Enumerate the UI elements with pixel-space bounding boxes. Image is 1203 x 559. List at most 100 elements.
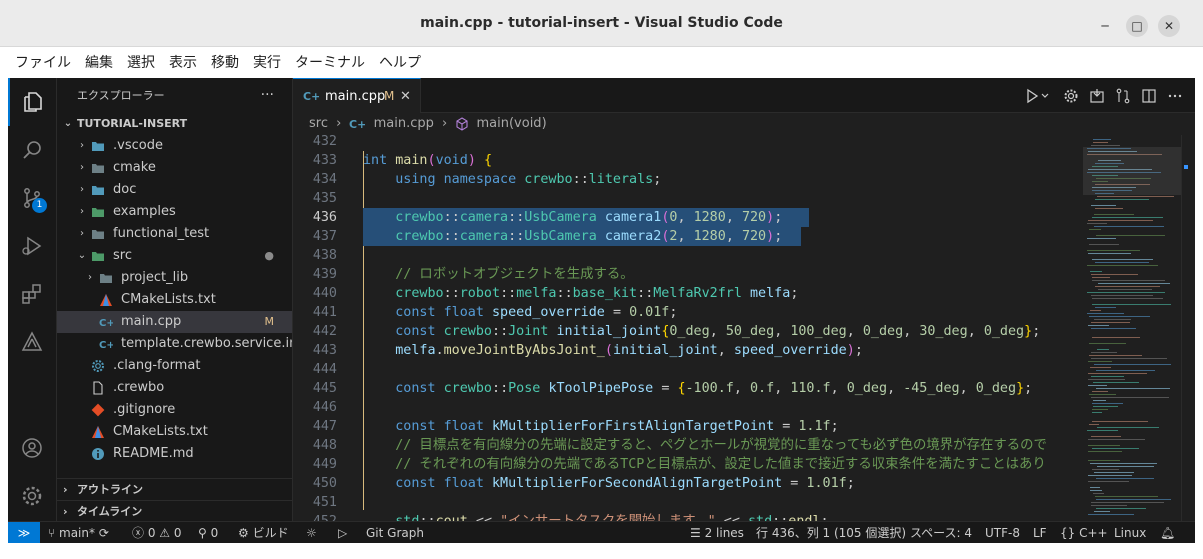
code-line[interactable]: 441 const float speed_override = 0.01f; (293, 303, 1083, 322)
chevron-right-icon: › (80, 140, 84, 151)
run-debug-dropdown-icon[interactable] (1025, 88, 1053, 104)
notifications-button[interactable]: 🔔︎ (1160, 522, 1175, 544)
run-debug-activity[interactable] (8, 222, 56, 270)
menu-edit[interactable]: 編集 (78, 52, 120, 72)
run-status[interactable]: ▷ (338, 522, 347, 544)
accounts-activity[interactable] (8, 424, 56, 472)
vertical-scrollbar[interactable] (1181, 135, 1195, 521)
menu-terminal[interactable]: ターミナル (288, 52, 372, 72)
menu-go[interactable]: 移動 (204, 52, 246, 72)
timeline-section[interactable]: › タイムライン (57, 500, 292, 521)
extensions-activity[interactable] (8, 270, 56, 318)
open-changes-icon[interactable] (1089, 88, 1105, 104)
tree-file[interactable]: C+ main.cpp M (57, 311, 292, 333)
build-status[interactable]: ⚙ ビルド (238, 522, 289, 544)
compare-changes-icon[interactable] (1115, 88, 1131, 104)
tree-file[interactable]: README.md (57, 443, 292, 465)
code-line[interactable]: 445 const crewbo::Pose kToolPipePose = {… (293, 379, 1083, 398)
breadcrumb-file[interactable]: main.cpp (374, 113, 434, 135)
minimize-button[interactable]: ─ (1094, 15, 1116, 37)
platform-status[interactable]: Linux (1114, 522, 1146, 544)
minimap[interactable] (1083, 135, 1181, 521)
menu-run[interactable]: 実行 (246, 52, 288, 72)
method-cube-icon (456, 117, 468, 131)
code-line[interactable]: 451 (293, 493, 1083, 512)
code-line[interactable]: 447 const float kMultiplierForFirstAlign… (293, 417, 1083, 436)
split-editor-icon[interactable] (1141, 88, 1157, 104)
tree-folder[interactable]: › examples (57, 201, 292, 223)
code-line[interactable]: 434 using namespace crewbo::literals; (293, 170, 1083, 189)
code-line[interactable]: 435 (293, 189, 1083, 208)
minimap-slider[interactable] (1083, 147, 1181, 195)
testing-activity[interactable] (8, 318, 56, 366)
outline-section[interactable]: › アウトライン (57, 478, 292, 500)
encoding-status[interactable]: UTF-8 (985, 522, 1020, 544)
more-actions-button[interactable]: ··· (261, 78, 274, 113)
breadcrumb-folder[interactable]: src (309, 113, 328, 135)
eol-status[interactable]: LF (1033, 522, 1047, 544)
code-line[interactable]: 432 (293, 135, 1083, 151)
lines-selected-label: 2 lines (704, 526, 744, 540)
tree-folder[interactable]: › project_lib (57, 267, 292, 289)
settings-icon[interactable] (1063, 88, 1079, 104)
menu-view[interactable]: 表示 (162, 52, 204, 72)
code-line[interactable]: 449 // それぞれの有向線分の先端であるTCPと目標点が、設定した値まで接近… (293, 455, 1083, 474)
tree-file[interactable]: .crewbo (57, 377, 292, 399)
code-line[interactable]: 446 (293, 398, 1083, 417)
tree-folder[interactable]: › .vscode (57, 135, 292, 157)
menu-file[interactable]: ファイル (8, 52, 78, 72)
minimap-line (1091, 322, 1130, 323)
menu-help[interactable]: ヘルプ (372, 52, 428, 72)
tree-folder[interactable]: ⌄ src ● (57, 245, 292, 267)
minimap-line (1089, 355, 1142, 356)
remote-button[interactable]: ≫ (8, 522, 40, 544)
tab-main-cpp[interactable]: C+ main.cpp M ✕ (293, 78, 421, 113)
debug-status[interactable]: ☼ (306, 522, 317, 544)
tree-folder[interactable]: › cmake (57, 157, 292, 179)
code-line[interactable]: 448 // 目標点を有向線分の先端に設定すると、ペグとホールが視覚的に重なって… (293, 436, 1083, 455)
svg-text:C+: C+ (349, 118, 365, 131)
workspace-root[interactable]: ⌄ TUTORIAL-INSERT (57, 113, 292, 135)
language-status[interactable]: {} C++ (1060, 522, 1108, 544)
close-button[interactable]: ✕ (1158, 15, 1180, 37)
tree-folder[interactable]: › doc (57, 179, 292, 201)
git-graph-button[interactable]: Git Graph (366, 522, 424, 544)
tree-folder[interactable]: › functional_test (57, 223, 292, 245)
branch-status[interactable]: ⑂ main* ⟳ (48, 522, 109, 544)
code-editor[interactable]: 432 433 int main(void) {434 using namespac… (293, 135, 1083, 521)
code-line[interactable]: 439 // ロボットオブジェクトを生成する。 (293, 265, 1083, 284)
problems-status[interactable]: ⓧ 0 ⚠ 0 (132, 522, 182, 544)
code-line[interactable]: 438 (293, 246, 1083, 265)
indentation-status[interactable]: スペース: 4 (910, 522, 972, 544)
tree-item-label: .crewbo (113, 380, 165, 395)
tree-file[interactable]: C+ template.crewbo.service.in (57, 333, 292, 355)
lines-selected[interactable]: ☰ 2 lines (690, 522, 744, 544)
code-line[interactable]: 443 melfa.moveJointByAbsJoint_(initial_j… (293, 341, 1083, 360)
maximize-button[interactable]: □ (1126, 15, 1148, 37)
breadcrumb-symbol[interactable]: main(void) (477, 113, 547, 135)
search-activity[interactable] (8, 126, 56, 174)
code-line[interactable]: 444 (293, 360, 1083, 379)
more-actions-icon[interactable] (1167, 88, 1183, 104)
source-control-activity[interactable]: 1 (8, 174, 56, 222)
code-line[interactable]: 450 const float kMultiplierForSecondAlig… (293, 474, 1083, 493)
code-line[interactable]: 440 crewbo::robot::melfa::base_kit::Melf… (293, 284, 1083, 303)
tab-close-button[interactable]: ✕ (400, 79, 411, 114)
code-line[interactable]: 433 int main(void) { (293, 151, 1083, 170)
tree-file[interactable]: CMakeLists.txt (57, 289, 292, 311)
ports-status[interactable]: ⚲ 0 (198, 522, 218, 544)
code-line[interactable]: 452 std::cout << "インサートタスクを開始します。" << st… (293, 512, 1083, 521)
code-line[interactable]: 437 crewbo::camera::UsbCamera camera2(2,… (293, 227, 1083, 246)
code-line[interactable]: 442 const crewbo::Joint initial_joint{0_… (293, 322, 1083, 341)
menu-selection[interactable]: 選択 (120, 52, 162, 72)
manage-activity[interactable] (8, 472, 56, 520)
tree-file[interactable]: .clang-format (57, 355, 292, 377)
cursor-position[interactable]: 行 436、列 1 (105 個選択) (756, 522, 906, 544)
tree-file[interactable]: CMakeLists.txt (57, 421, 292, 443)
explorer-activity[interactable] (8, 78, 56, 126)
tree-file[interactable]: .gitignore (57, 399, 292, 421)
code-line[interactable]: 436 crewbo::camera::UsbCamera camera1(0,… (293, 208, 1083, 227)
remote-icon: ≫ (17, 526, 31, 540)
minimap-line (1088, 220, 1153, 221)
tab-label: main.cpp (325, 89, 386, 104)
